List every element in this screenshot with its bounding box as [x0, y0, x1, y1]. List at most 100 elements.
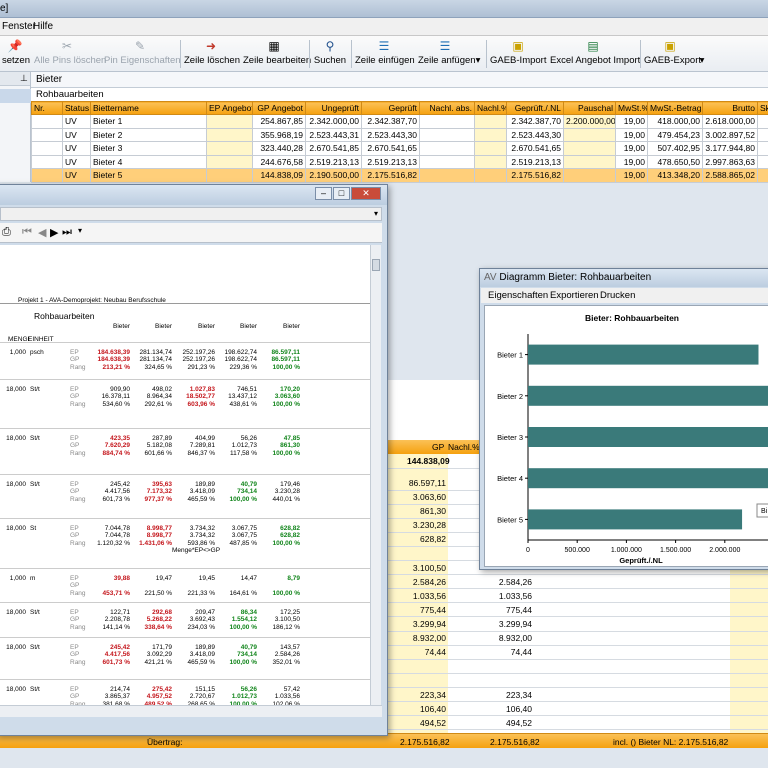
menu-hilfe[interactable]: Hilfe [33, 21, 53, 32]
table-cell[interactable] [757, 141, 768, 156]
table-cell[interactable]: 3.177.944,80 [702, 141, 758, 156]
table-cell[interactable]: UV [62, 154, 91, 169]
table-cell[interactable] [757, 114, 768, 129]
table-cell[interactable]: 2.997.863,63 [702, 154, 758, 169]
table-cell[interactable]: 2.200.000,00 [563, 114, 616, 129]
table-cell[interactable]: 2.175.516,82 [506, 168, 564, 183]
table-cell[interactable]: Bieter 2 [90, 127, 207, 142]
maximize-button[interactable]: □ [333, 187, 350, 200]
table-row[interactable]: UV Bieter 1 254.867,85 2.342.000,00 2.342.38… [31, 114, 768, 129]
table-cell[interactable]: 19,00 [615, 114, 648, 129]
table-cell[interactable]: 19,00 [615, 127, 648, 142]
menu-drucken[interactable]: Drucken [600, 290, 635, 301]
table-row[interactable]: UV Bieter 2 355.968,19 2.523.443,31 2.523.44… [31, 127, 768, 142]
table-cell[interactable]: UV [62, 127, 91, 142]
table-cell[interactable] [419, 141, 475, 156]
pin-setzen-button[interactable]: 📌 setzen [2, 38, 30, 70]
menu-exportieren[interactable]: Exportieren [550, 290, 599, 301]
table-cell[interactable]: 244.676,58 [252, 154, 306, 169]
table-cell[interactable]: Bieter 4 [90, 154, 207, 169]
table-cell[interactable]: 144.838,09 [252, 168, 306, 183]
column-header[interactable]: GP Angebot [252, 101, 306, 115]
table-cell[interactable]: 413.348,20 [647, 168, 703, 183]
table-cell[interactable] [419, 154, 475, 169]
table-cell[interactable] [757, 168, 768, 183]
table-cell[interactable] [31, 127, 63, 142]
pin-eigenschaften-button[interactable]: ✎ Pin Eigenschaften [104, 38, 181, 70]
last-page-icon[interactable]: ⏭ [62, 226, 72, 239]
column-header[interactable]: Biettername [90, 101, 207, 115]
column-header[interactable]: MwSt.-Betrag [647, 101, 703, 115]
zeile-anfuegen-dropdown[interactable]: ▾ [474, 38, 482, 70]
close-button[interactable]: ✕ [351, 187, 381, 200]
next-page-icon[interactable]: ▶ [50, 226, 58, 239]
table-row[interactable]: UV Bieter 4 244.676,58 2.519.213,13 2.519.21… [31, 154, 768, 169]
previous-page-icon[interactable]: ◀ [38, 226, 46, 239]
menu-eigenschaften[interactable]: Eigenschaften [488, 290, 548, 301]
table-cell[interactable]: Bieter 1 [90, 114, 207, 129]
table-cell[interactable]: 2.670.541,65 [361, 141, 420, 156]
table-cell[interactable]: Bieter 5 [90, 168, 207, 183]
table-cell[interactable]: 2.618.000,00 [702, 114, 758, 129]
vertical-scrollbar[interactable] [370, 245, 381, 705]
table-cell[interactable] [206, 141, 253, 156]
table-cell[interactable] [31, 168, 63, 183]
column-header[interactable]: Nr. [31, 101, 63, 115]
excel-import-button[interactable]: ▤ Excel Angebot Import [550, 38, 640, 70]
horizontal-scrollbar[interactable] [0, 705, 382, 717]
table-cell[interactable] [757, 154, 768, 169]
table-cell[interactable]: 2.519.213,13 [506, 154, 564, 169]
zeile-loeschen-button[interactable]: ➜ Zeile löschen [184, 38, 240, 70]
table-cell[interactable]: 2.670.541,85 [305, 141, 362, 156]
table-cell[interactable]: 2.342.387,70 [506, 114, 564, 129]
table-cell[interactable]: 2.175.516,82 [361, 168, 420, 183]
table-cell[interactable] [206, 127, 253, 142]
table-cell[interactable] [474, 127, 507, 142]
table-cell[interactable]: 2.588.865,02 [702, 168, 758, 183]
table-cell[interactable]: 323.440,28 [252, 141, 306, 156]
suchen-button[interactable]: ⚲ Suchen [313, 38, 347, 70]
table-cell[interactable] [474, 154, 507, 169]
printer-icon[interactable]: ⎙ [2, 226, 11, 239]
column-header[interactable]: Ungeprüft [305, 101, 362, 115]
table-cell[interactable] [563, 127, 616, 142]
column-header[interactable]: EP Angebot [206, 101, 253, 115]
table-cell[interactable]: 2.670.541,65 [506, 141, 564, 156]
column-header[interactable]: Status [62, 101, 91, 115]
table-cell[interactable]: 19,00 [615, 168, 648, 183]
alle-pins-loeschen-button[interactable]: ✂ Alle Pins löschen [34, 38, 106, 70]
table-cell[interactable]: UV [62, 141, 91, 156]
column-header[interactable]: Nachl.% [474, 101, 507, 115]
zeile-anfuegen-button[interactable]: ☰ Zeile anfügen [418, 38, 476, 70]
table-cell[interactable]: 2.342.387,70 [361, 114, 420, 129]
table-cell[interactable] [206, 154, 253, 169]
column-header[interactable]: MwSt.% [615, 101, 648, 115]
scrollbar-thumb[interactable] [372, 259, 380, 271]
table-cell[interactable] [563, 168, 616, 183]
table-cell[interactable] [206, 114, 253, 129]
table-cell[interactable] [419, 127, 475, 142]
table-cell[interactable]: 2.523.443,31 [305, 127, 362, 142]
table-cell[interactable] [563, 141, 616, 156]
table-cell[interactable]: UV [62, 114, 91, 129]
pin-icon[interactable]: ⊥ [20, 73, 28, 84]
column-header[interactable]: Geprüft [361, 101, 420, 115]
zeile-einfuegen-button[interactable]: ☰ Zeile einfügen [355, 38, 415, 70]
gaeb-export-button[interactable]: ▣ GAEB-Export [644, 38, 701, 70]
table-cell[interactable]: 2.519.213,13 [361, 154, 420, 169]
table-row[interactable]: UV Bieter 5 144.838,09 2.190.500,00 2.175.51… [31, 168, 768, 183]
chart-window-titlebar[interactable]: AV Diagramm Bieter: Rohbauarbeiten [480, 269, 768, 287]
gaeb-import-button[interactable]: ▣ GAEB-Import [490, 38, 547, 70]
column-header[interactable]: Nachl. abs. [419, 101, 475, 115]
table-cell[interactable] [419, 114, 475, 129]
table-cell[interactable]: 2.190.500,00 [305, 168, 362, 183]
table-cell[interactable]: 2.523.443,30 [361, 127, 420, 142]
table-cell[interactable] [757, 127, 768, 142]
table-cell[interactable]: 3.002.897,52 [702, 127, 758, 142]
table-cell[interactable] [31, 141, 63, 156]
report-window-titlebar[interactable]: – □ ✕ [0, 185, 387, 205]
column-header[interactable]: Sko [757, 101, 768, 115]
column-header[interactable]: Geprüft./.NL [506, 101, 564, 115]
chevron-down-icon[interactable]: ▾ [374, 209, 378, 218]
minimize-button[interactable]: – [315, 187, 332, 200]
